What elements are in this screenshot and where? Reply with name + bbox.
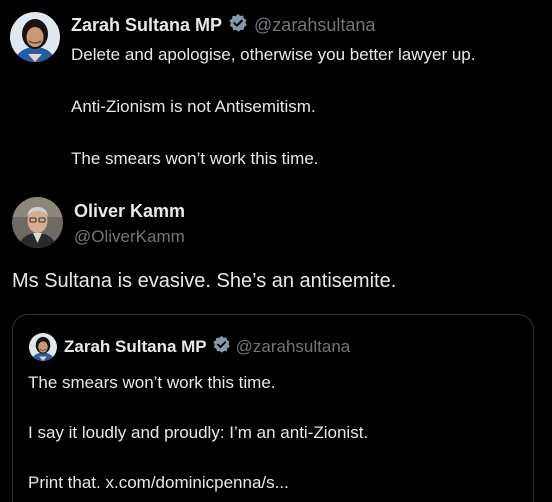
zarah-sultana-avatar[interactable]: [29, 333, 57, 361]
author-handle[interactable]: @zarahsultana: [236, 337, 351, 357]
author-handle[interactable]: @zarahsultana: [254, 15, 375, 36]
verified-badge-icon: [212, 335, 231, 359]
author-name[interactable]: Zarah Sultana MP: [71, 15, 222, 36]
tweet-text: Ms Sultana is evasive. She’s an antisemi…: [12, 270, 397, 292]
author-handle[interactable]: @OliverKamm: [74, 227, 185, 247]
zarah-sultana-avatar[interactable]: [10, 12, 60, 62]
author-name[interactable]: Zarah Sultana MP: [64, 337, 207, 357]
verified-badge-icon: [228, 13, 248, 38]
tweet-line[interactable]: Print that. x.com/dominicpenna/s...: [28, 470, 523, 495]
author-name[interactable]: Oliver Kamm: [74, 201, 185, 222]
quoted-tweet-card[interactable]: Zarah Sultana MP @zarahsultana The smear…: [12, 314, 534, 502]
tweet-text: Delete and apologise, otherwise you bett…: [71, 42, 546, 172]
quoted-tweet-header: Zarah Sultana MP @zarahsultana: [64, 335, 350, 359]
tweet-line: Delete and apologise, otherwise you bett…: [71, 45, 476, 64]
tweet-line: Anti-Zionism is not Antisemitism.: [71, 97, 316, 116]
tweet-line: The smears won’t work this time.: [71, 149, 319, 168]
quoted-tweet-text: The smears won’t work this time. I say i…: [28, 370, 523, 495]
tweet-line: The smears won’t work this time.: [28, 373, 276, 392]
oliver-kamm-avatar[interactable]: [12, 197, 63, 248]
tweet-line: I say it loudly and proudly: I’m an anti…: [28, 423, 369, 442]
tweet-header: Zarah Sultana MP @zarahsultana: [71, 13, 375, 38]
